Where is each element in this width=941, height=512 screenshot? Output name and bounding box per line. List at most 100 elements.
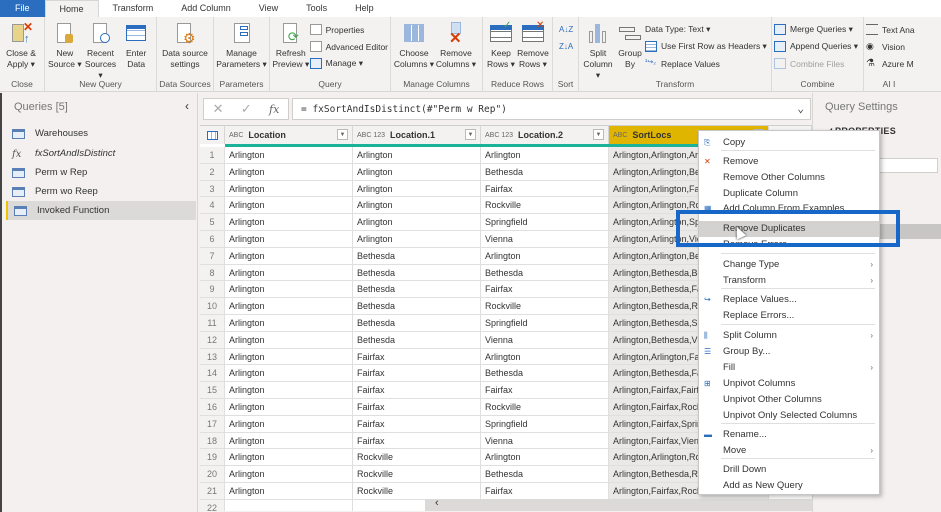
menu-item-replace-values[interactable]: ↪ Replace Values... [699, 292, 879, 308]
menu-item-change-type[interactable]: Change Type › [699, 257, 879, 273]
table-cell[interactable]: Arlington [225, 415, 353, 433]
menu-item-transform[interactable]: Transform › [699, 273, 879, 289]
menu-item-duplicate-column[interactable]: Duplicate Column [699, 186, 879, 202]
row-number[interactable]: 12 [200, 331, 225, 349]
row-number[interactable]: 18 [200, 432, 225, 450]
table-cell[interactable]: Arlington [481, 147, 609, 164]
replace-values-button[interactable]: ¹↪₂ Replace Values [645, 57, 767, 70]
properties-button[interactable]: Properties [309, 23, 388, 36]
column-header-location-1[interactable]: ABC 123 Location.1 ▼ [353, 126, 481, 144]
table-cell[interactable]: Vienna [481, 231, 609, 248]
table-cell[interactable]: Arlington [225, 466, 353, 483]
azure-ml-button[interactable]: ⚗ Azure M [866, 57, 915, 70]
formula-text[interactable]: = fxSortAndIsDistinct(#"Perm w Rep") [301, 104, 507, 115]
column-header-location-2[interactable]: ABC 123 Location.2 ▼ [481, 126, 609, 144]
table-cell[interactable]: Bethesda [353, 247, 481, 265]
sort-descending-button[interactable]: Z↓A [559, 40, 573, 53]
tab-add-column[interactable]: Add Column [167, 0, 245, 17]
table-cell[interactable]: Arlington [225, 348, 353, 366]
menu-item-unpivot-other-columns[interactable]: Unpivot Other Columns [699, 392, 879, 408]
row-number[interactable]: 17 [200, 415, 225, 433]
filter-dropdown-icon[interactable]: ▼ [465, 129, 476, 140]
table-cell[interactable]: Fairfax [353, 382, 481, 399]
table-cell[interactable]: Arlington [353, 197, 481, 215]
text-type-icon[interactable]: ABC [229, 132, 243, 139]
table-cell[interactable]: Fairfax [353, 432, 481, 450]
filter-dropdown-icon[interactable]: ▼ [337, 129, 348, 140]
table-cell[interactable]: Fairfax [353, 365, 481, 383]
table-cell[interactable]: Fairfax [481, 382, 609, 399]
menu-item-move[interactable]: Move › [699, 443, 879, 459]
table-cell[interactable]: Arlington [225, 197, 353, 215]
table-cell[interactable]: Bethesda [481, 264, 609, 282]
row-number[interactable]: 11 [200, 315, 225, 332]
row-number[interactable]: 13 [200, 348, 225, 366]
table-cell[interactable]: Bethesda [353, 331, 481, 349]
text-analytics-button[interactable]: Text Ana [866, 23, 915, 36]
query-item-perm-w-rep[interactable]: Perm w Rep [6, 163, 196, 182]
row-number[interactable]: 4 [200, 197, 225, 215]
vision-button[interactable]: ◉ Vision [866, 40, 915, 53]
table-cell[interactable]: Arlington [225, 449, 353, 467]
table-cell[interactable]: Bethesda [481, 365, 609, 383]
query-item-perm-wo-reep[interactable]: Perm wo Reep [6, 182, 196, 201]
confirm-icon[interactable]: ✓ [241, 101, 252, 117]
table-cell[interactable]: Arlington [225, 247, 353, 265]
table-cell[interactable]: Arlington [225, 231, 353, 248]
table-cell[interactable]: Bethesda [353, 281, 481, 299]
table-cell[interactable]: Bethesda [353, 315, 481, 332]
table-cell[interactable]: Arlington [225, 315, 353, 332]
table-cell[interactable]: Arlington [225, 281, 353, 299]
table-cell[interactable]: Bethesda [353, 264, 481, 282]
manage-button[interactable]: Manage ▾ [309, 57, 388, 70]
fx-icon[interactable]: fx [269, 103, 279, 116]
table-cell[interactable]: Bethesda [481, 466, 609, 483]
any-type-icon[interactable]: ABC 123 [357, 132, 385, 139]
column-header-location[interactable]: ABC Location ▼ [225, 126, 353, 144]
table-cell[interactable]: Arlington [225, 214, 353, 231]
advanced-editor-button[interactable]: Advanced Editor [309, 40, 388, 53]
combine-files-button[interactable]: Combine Files [774, 57, 858, 70]
table-cell[interactable]: Fairfax [481, 483, 609, 500]
table-cell[interactable]: Rockville [353, 483, 481, 500]
use-first-row-headers-button[interactable]: Use First Row as Headers ▾ [645, 40, 767, 53]
table-cell[interactable]: Arlington [225, 147, 353, 164]
table-cell[interactable]: Arlington [225, 180, 353, 198]
table-cell[interactable]: Arlington [225, 264, 353, 282]
menu-item-group-by[interactable]: ☰ Group By... [699, 344, 879, 360]
table-cell[interactable]: Arlington [353, 163, 481, 181]
horizontal-scrollbar[interactable]: ‹ [425, 497, 812, 511]
table-menu-icon[interactable] [200, 126, 225, 144]
menu-item-add-as-new-query[interactable]: Add as New Query [699, 478, 879, 494]
table-cell[interactable]: Arlington [353, 231, 481, 248]
row-number[interactable]: 15 [200, 382, 225, 399]
row-number[interactable]: 21 [200, 483, 225, 500]
collapse-icon[interactable]: ‹ [185, 99, 189, 113]
table-cell[interactable]: Arlington [225, 365, 353, 383]
table-cell[interactable]: Fairfax [353, 399, 481, 416]
row-number[interactable]: 2 [200, 163, 225, 181]
table-cell[interactable]: Rockville [481, 197, 609, 215]
menu-item-drill-down[interactable]: Drill Down [699, 462, 879, 478]
table-cell[interactable]: Arlington [481, 247, 609, 265]
table-cell[interactable]: Arlington [353, 180, 481, 198]
table-cell[interactable]: Fairfax [481, 281, 609, 299]
row-number[interactable]: 20 [200, 466, 225, 483]
tab-help[interactable]: Help [341, 0, 388, 17]
table-cell[interactable]: Arlington [225, 399, 353, 416]
table-cell[interactable]: Rockville [353, 449, 481, 467]
table-cell[interactable]: Rockville [481, 298, 609, 315]
query-item-invoked-function[interactable]: Invoked Function [6, 201, 196, 220]
table-cell[interactable]: Fairfax [353, 348, 481, 366]
text-type-icon[interactable]: ABC [613, 132, 627, 139]
merge-queries-button[interactable]: Merge Queries ▾ [774, 23, 858, 36]
table-cell[interactable]: Vienna [481, 432, 609, 450]
table-cell[interactable]: Arlington [225, 331, 353, 349]
menu-item-unpivot-columns[interactable]: ⊞ Unpivot Columns [699, 376, 879, 392]
row-number[interactable]: 7 [200, 247, 225, 265]
append-queries-button[interactable]: Append Queries ▾ [774, 40, 858, 53]
filter-dropdown-icon[interactable]: ▼ [593, 129, 604, 140]
any-type-icon[interactable]: ABC 123 [485, 132, 513, 139]
table-cell[interactable]: Springfield [481, 415, 609, 433]
menu-item-unpivot-only-selected-columns[interactable]: Unpivot Only Selected Columns [699, 408, 879, 424]
